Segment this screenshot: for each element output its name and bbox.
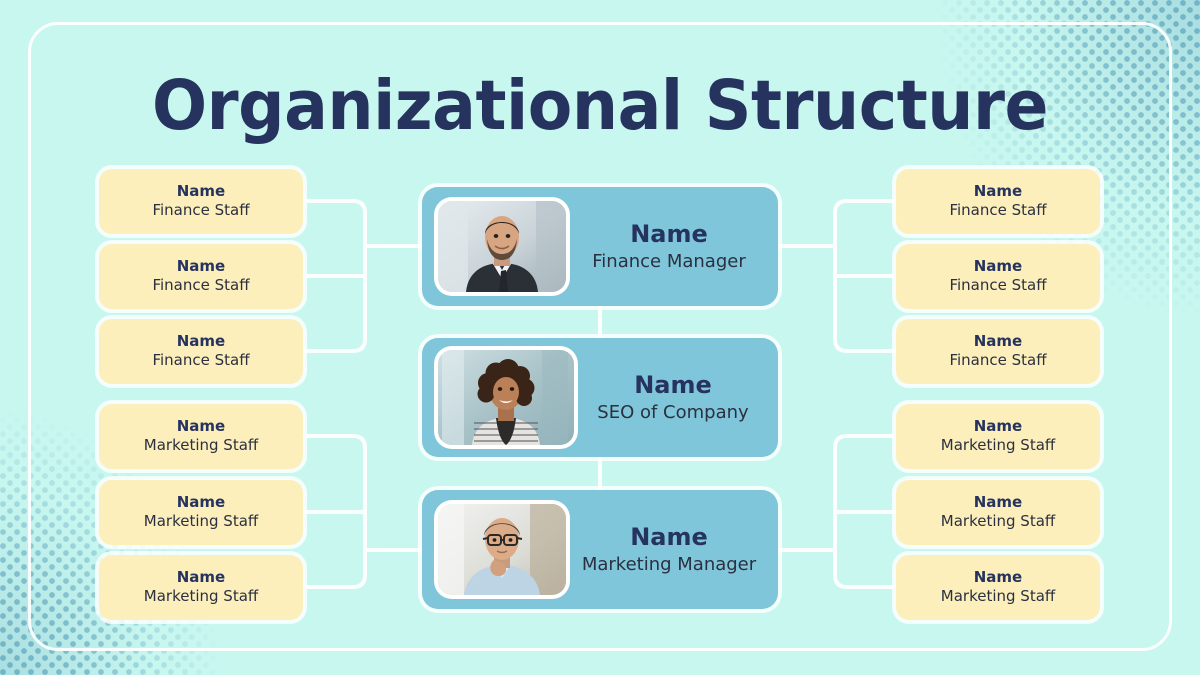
staff-card-left-5[interactable]: Name Marketing Staff <box>99 480 303 545</box>
staff-name: Name <box>973 181 1023 200</box>
staff-card-left-6[interactable]: Name Marketing Staff <box>99 555 303 620</box>
staff-role: Finance Staff <box>949 275 1047 294</box>
staff-name: Name <box>973 492 1023 511</box>
staff-role: Finance Staff <box>949 200 1047 219</box>
manager-role: Finance Manager <box>592 250 746 272</box>
staff-card-right-2[interactable]: Name Finance Staff <box>896 244 1100 309</box>
staff-role: Finance Staff <box>949 350 1047 369</box>
staff-name: Name <box>176 567 226 586</box>
staff-name: Name <box>973 567 1023 586</box>
staff-role: Finance Staff <box>152 200 250 219</box>
staff-name: Name <box>973 256 1023 275</box>
staff-card-right-1[interactable]: Name Finance Staff <box>896 169 1100 234</box>
staff-name: Name <box>176 492 226 511</box>
manager-card-seo[interactable]: Name SEO of Company <box>422 338 778 457</box>
staff-name: Name <box>176 181 226 200</box>
staff-card-left-2[interactable]: Name Finance Staff <box>99 244 303 309</box>
staff-role: Marketing Staff <box>940 511 1056 530</box>
staff-card-left-3[interactable]: Name Finance Staff <box>99 319 303 384</box>
staff-card-right-3[interactable]: Name Finance Staff <box>896 319 1100 384</box>
manager-card-marketing[interactable]: Name Marketing Manager <box>422 490 778 609</box>
slide-canvas: Organizational Structure Name Finance St… <box>0 0 1200 675</box>
manager-photo-seo <box>438 350 574 445</box>
manager-card-finance[interactable]: Name Finance Manager <box>422 187 778 306</box>
staff-card-right-6[interactable]: Name Marketing Staff <box>896 555 1100 620</box>
staff-card-right-5[interactable]: Name Marketing Staff <box>896 480 1100 545</box>
manager-text-finance: Name Finance Manager <box>566 219 778 274</box>
manager-text-marketing: Name Marketing Manager <box>566 522 778 577</box>
manager-role: SEO of Company <box>597 401 749 423</box>
staff-name: Name <box>973 416 1023 435</box>
staff-card-right-4[interactable]: Name Marketing Staff <box>896 404 1100 469</box>
manager-photo-marketing <box>438 504 566 595</box>
manager-text-seo: Name SEO of Company <box>574 370 778 425</box>
manager-photo-finance <box>438 201 566 292</box>
manager-name: Name <box>634 370 712 399</box>
staff-name: Name <box>973 331 1023 350</box>
staff-role: Marketing Staff <box>940 435 1056 454</box>
staff-name: Name <box>176 331 226 350</box>
staff-role: Finance Staff <box>152 275 250 294</box>
staff-role: Finance Staff <box>152 350 250 369</box>
manager-role: Marketing Manager <box>581 553 757 575</box>
staff-role: Marketing Staff <box>143 511 259 530</box>
staff-role: Marketing Staff <box>143 435 259 454</box>
staff-name: Name <box>176 416 226 435</box>
staff-role: Marketing Staff <box>143 586 259 605</box>
manager-name: Name <box>630 219 708 248</box>
staff-card-left-1[interactable]: Name Finance Staff <box>99 169 303 234</box>
staff-name: Name <box>176 256 226 275</box>
staff-role: Marketing Staff <box>940 586 1056 605</box>
manager-name: Name <box>630 522 708 551</box>
staff-card-left-4[interactable]: Name Marketing Staff <box>99 404 303 469</box>
